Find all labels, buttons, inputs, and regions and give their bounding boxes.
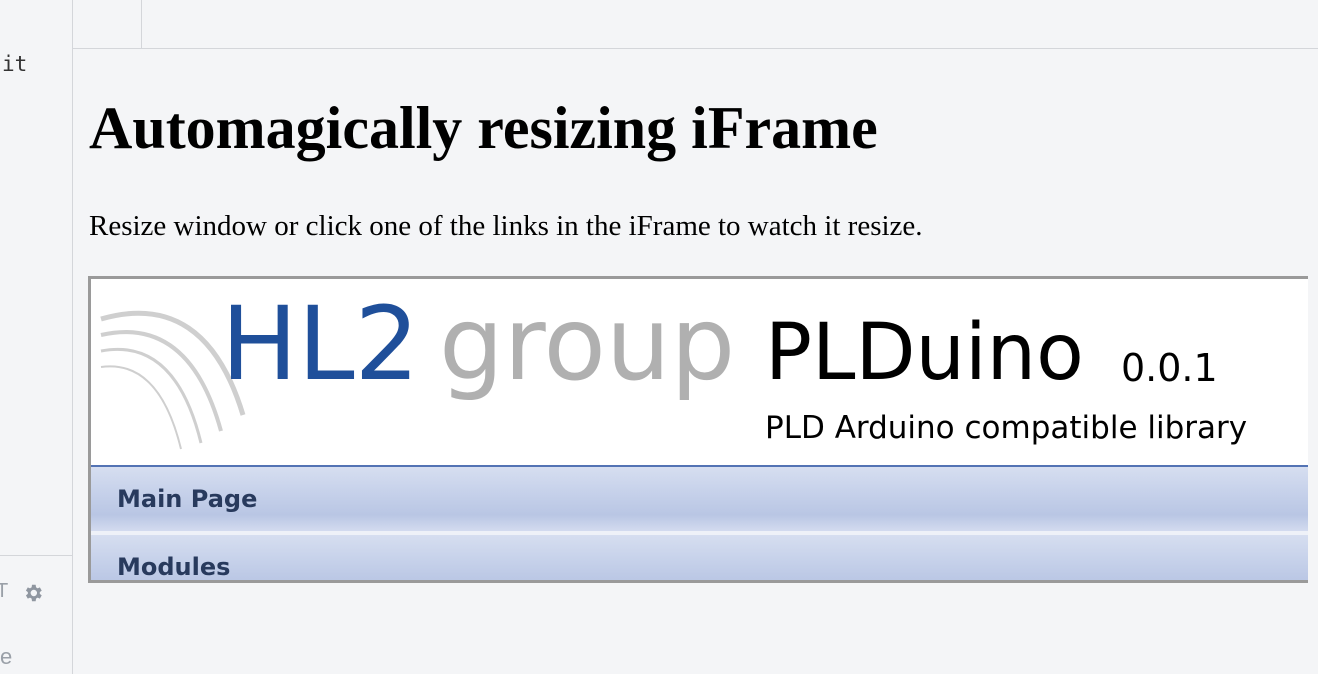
project-number: 0.0.1 [1121, 346, 1218, 390]
footer-fragment: e [0, 644, 13, 669]
panel-divider [0, 555, 72, 556]
gear-icon[interactable] [21, 581, 45, 605]
logo-primary: HL2 [221, 293, 419, 404]
iframe-nav: Main Page Modules [91, 467, 1308, 580]
nav-item-main-page[interactable]: Main Page [91, 467, 1308, 535]
project-name: PLDuino [765, 308, 1084, 398]
editor-code-fragment[interactable]: it [2, 52, 27, 76]
logo-secondary: group [439, 293, 735, 404]
toolbar-separator [141, 0, 142, 48]
page-title: Automagically resizing iFrame [89, 95, 878, 161]
settings-label-fragment: T [0, 580, 9, 602]
result-toolbar [73, 0, 1318, 49]
project-brief: PLD Arduino compatible library [765, 410, 1248, 446]
editor-panel: it T e [0, 0, 73, 674]
nav-item-modules[interactable]: Modules [91, 535, 1308, 580]
doxygen-header: HL2 group PLDuino 0.0.1 PLD Arduino comp… [91, 279, 1308, 467]
page-instruction: Resize window or click one of the links … [89, 210, 923, 242]
hl2-group-logo: HL2 group [100, 293, 735, 450]
resizing-iframe[interactable]: HL2 group PLDuino 0.0.1 PLD Arduino comp… [88, 276, 1308, 583]
